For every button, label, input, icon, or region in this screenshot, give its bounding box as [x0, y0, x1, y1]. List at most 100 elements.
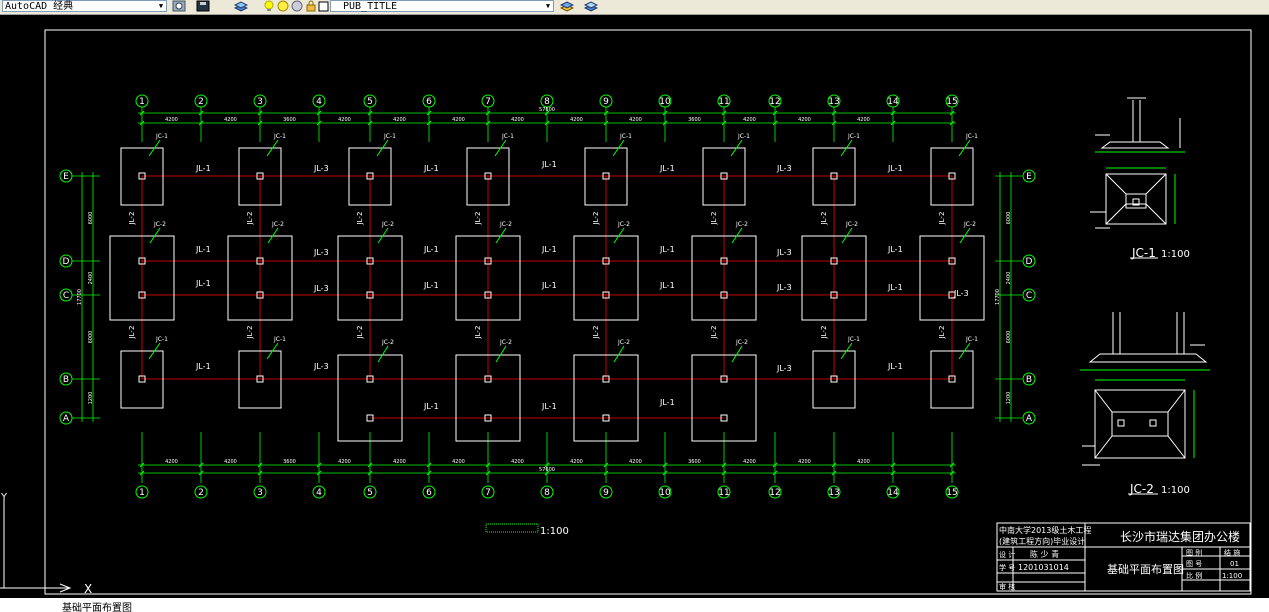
dimension-text: 6000: [1006, 331, 1012, 344]
dimension-text: 4200: [798, 117, 811, 123]
title-review-label: 审 核: [999, 582, 1015, 591]
axis-label: 13: [828, 488, 839, 498]
dimension-total: 57600: [539, 467, 555, 473]
title-student-label: 学 号: [999, 563, 1015, 572]
title-student-id: 1201031014: [1018, 563, 1069, 572]
layer-lock-icon[interactable]: [304, 0, 318, 12]
beam-label: JL-2: [710, 326, 718, 340]
axis-label: 6: [426, 97, 432, 107]
save-workspace-icon[interactable]: [196, 0, 210, 12]
footing-label: JC-1: [965, 133, 978, 140]
beam-label: JL-3: [776, 283, 792, 292]
axis-label: 8: [544, 97, 550, 107]
beam-label: JL-3: [313, 248, 329, 257]
axis-label: 8: [544, 488, 550, 498]
footing-label: JC-1: [965, 336, 978, 343]
axis-label: 7: [485, 488, 491, 498]
workspace-settings-icon[interactable]: [172, 0, 186, 12]
dimension-text: 4200: [798, 459, 811, 465]
leader-line: [495, 345, 507, 363]
dimension-text: 3600: [283, 117, 296, 123]
footing-label: JC-1: [155, 336, 168, 343]
chevron-down-icon[interactable]: ▼: [543, 1, 553, 11]
drawing-canvas[interactable]: X Y 112233445566778899101011111212131314…: [0, 15, 1269, 612]
axis-label: 10: [659, 97, 671, 107]
axis-label: D: [63, 257, 70, 267]
axis-label: B: [1026, 375, 1032, 385]
axis-label: 13: [828, 97, 839, 107]
axis-label: 11: [718, 97, 729, 107]
dimension-text: 4200: [165, 459, 178, 465]
axis-label: C: [1026, 291, 1032, 301]
beam-label: JL-1: [195, 362, 211, 371]
dimension-text: 6000: [88, 212, 94, 225]
detail-jc2-title: JC-2: [1129, 482, 1154, 496]
layer-viewport-icon[interactable]: [290, 0, 304, 12]
detail-jc1-scale: 1:100: [1161, 249, 1190, 260]
axis-label: 1: [139, 97, 145, 107]
title-designer: 陈 少 青: [1030, 549, 1059, 559]
dimension-text: 4200: [629, 459, 642, 465]
layer-manager-icon[interactable]: [234, 0, 248, 12]
beam-label: JL-1: [195, 279, 211, 288]
beam-label: JL-3: [776, 248, 792, 257]
beam-label: JL-2: [246, 212, 254, 226]
chevron-down-icon[interactable]: ▼: [156, 1, 166, 11]
axis-label: 14: [887, 488, 899, 498]
title-col-drawing: 图 别: [1186, 548, 1202, 557]
toolbar: AutoCAD 经典 ▼ PUB_TITLE ▼: [0, 0, 1269, 15]
dimension-text: 4200: [338, 117, 351, 123]
axis-label: E: [1026, 172, 1032, 182]
beam-label: JL-2: [938, 326, 946, 340]
footing-label: JC-2: [617, 221, 630, 228]
beam-label: JL-1: [659, 245, 675, 254]
axis-label: E: [63, 172, 69, 182]
layer-value: PUB_TITLE: [343, 1, 398, 12]
layer-on-icon[interactable]: [262, 0, 276, 12]
layer-dropdown[interactable]: PUB_TITLE ▼: [330, 0, 554, 12]
axis-label: 15: [946, 97, 957, 107]
layer-freeze-icon[interactable]: [276, 0, 290, 12]
axis-label: 2: [198, 97, 204, 107]
layer-color-icon[interactable]: [317, 0, 331, 12]
make-current-layer-icon[interactable]: [560, 0, 574, 12]
beam-label: JL-2: [356, 326, 364, 340]
plan-scale: 1:100: [540, 526, 569, 537]
beam-label: JL-2: [474, 212, 482, 226]
dimension-text: 4200: [165, 117, 178, 123]
footing-label: JC-1: [847, 133, 860, 140]
detail-jc1-title: JC-1: [1131, 246, 1156, 260]
dimension-text: 4200: [570, 459, 583, 465]
dimension-text: 4200: [857, 117, 870, 123]
beam-label: JL-1: [659, 281, 675, 290]
footing-label: JC-2: [617, 339, 630, 346]
beam-label: JL-1: [423, 245, 439, 254]
beam-label: JL-2: [938, 212, 946, 226]
dimension-text: 3600: [688, 117, 701, 123]
footing-label: JC-1: [273, 336, 286, 343]
axis-label: 12: [769, 488, 780, 498]
dimension-text: 4200: [338, 459, 351, 465]
beam-label: JL-3: [776, 164, 792, 173]
beam-label: JL-1: [541, 245, 557, 254]
beam-label: JL-2: [474, 326, 482, 340]
workspace-dropdown[interactable]: AutoCAD 经典 ▼: [2, 0, 167, 12]
dimension-text: 4200: [393, 117, 406, 123]
layer-previous-icon[interactable]: [584, 0, 598, 12]
title-col-no: 图 号: [1186, 560, 1202, 568]
beam-label: JL-2: [356, 212, 364, 226]
command-line-area[interactable]: [0, 598, 1269, 612]
beam-label: JL-1: [887, 362, 903, 371]
dimension-text: 4200: [570, 117, 583, 123]
dimension-text: 4200: [452, 117, 465, 123]
beam-label: JL-1: [887, 245, 903, 254]
title-col-drawing-val: 结 施: [1224, 548, 1240, 557]
axis-label: A: [1026, 414, 1033, 424]
footing-label: JC-1: [737, 133, 750, 140]
axis-label: 10: [659, 488, 671, 498]
beam-label: JL-1: [423, 402, 439, 411]
footing-label: JC-1: [383, 133, 396, 140]
leader-line: [613, 345, 625, 363]
dimension-text: 2400: [1006, 272, 1012, 285]
axis-label: 9: [603, 97, 609, 107]
